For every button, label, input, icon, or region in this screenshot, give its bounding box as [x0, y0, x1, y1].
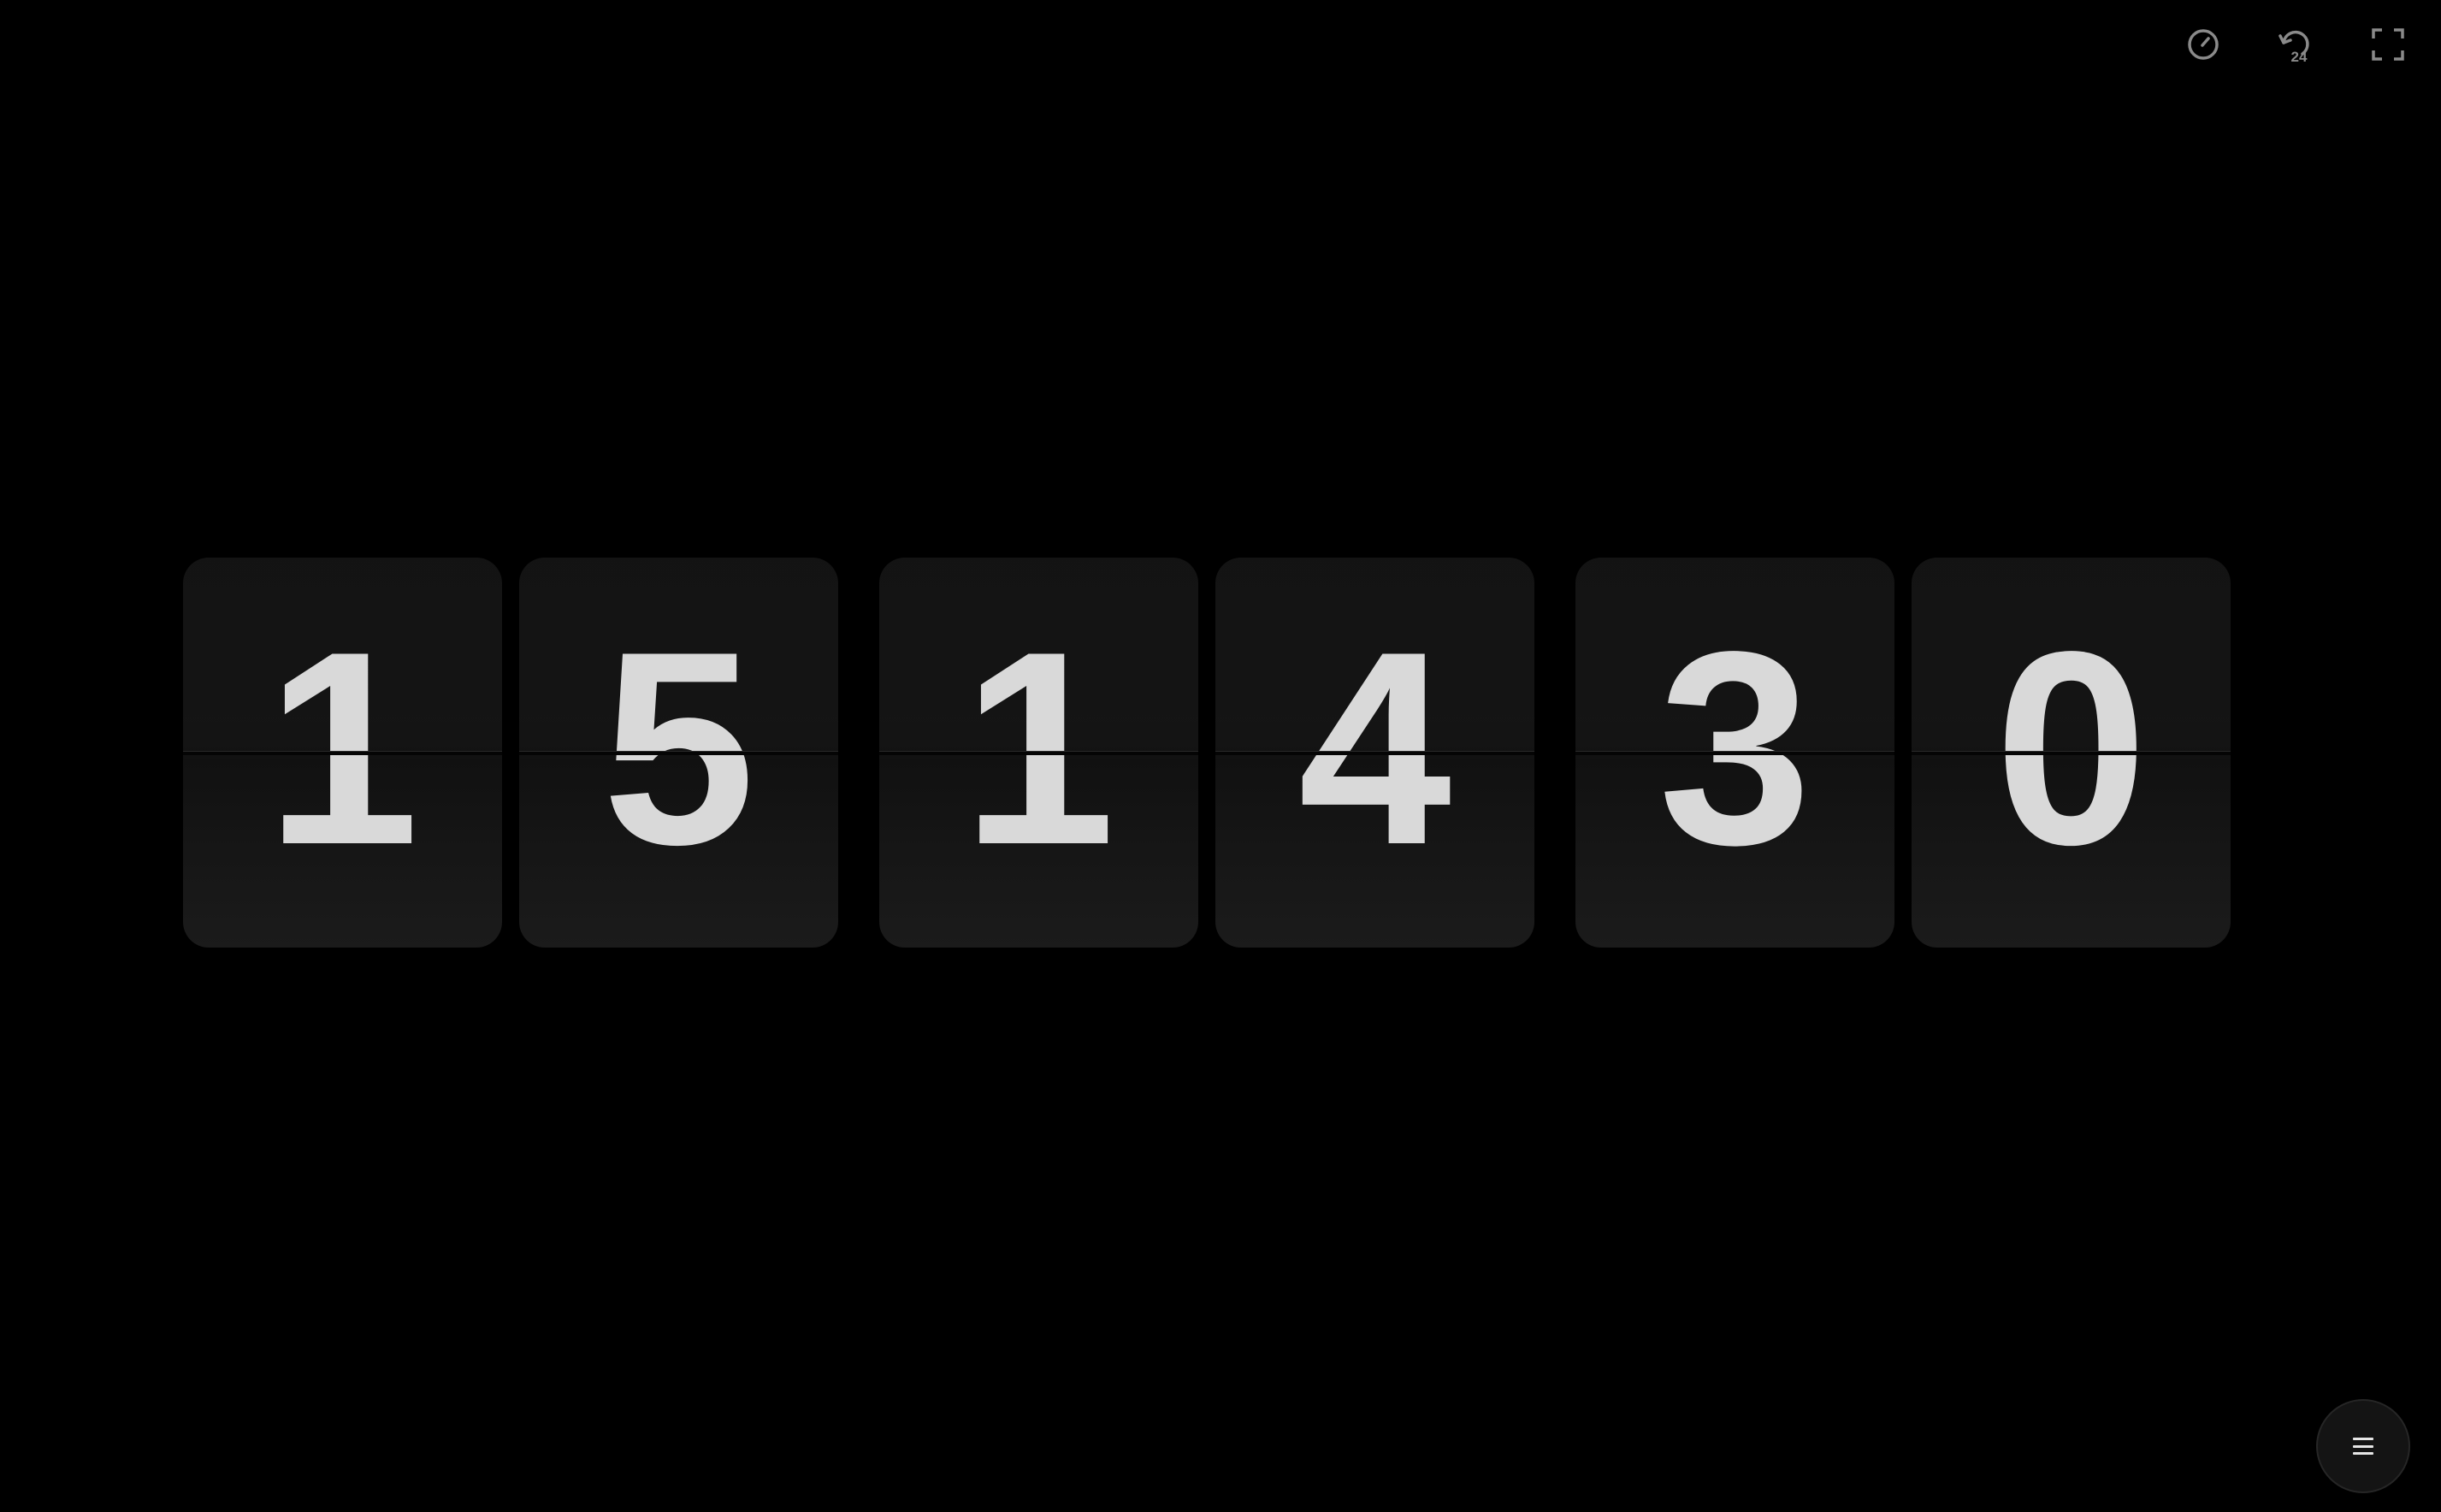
menu-button[interactable]	[2316, 1399, 2410, 1493]
hour-ones-card: 5	[519, 558, 838, 948]
flip-clock: 1 5 1 4 3 0	[183, 558, 2231, 948]
flip-clock-page: 24 1 5 1 4 3 0	[0, 0, 2441, 1512]
card-split-line	[519, 751, 838, 755]
hours-group: 1 5	[183, 558, 838, 948]
seconds-group: 3 0	[1575, 558, 2231, 948]
hour-tens-digit: 1	[265, 595, 420, 902]
24-hour-toggle-button[interactable]: 24	[2272, 24, 2320, 65]
minute-ones-digit: 4	[1297, 595, 1452, 902]
hamburger-menu-icon	[2353, 1438, 2373, 1455]
second-ones-card: 0	[1912, 558, 2231, 948]
hour-tens-card: 1	[183, 558, 502, 948]
speedometer-icon	[2188, 29, 2219, 60]
minutes-group: 1 4	[879, 558, 1534, 948]
minute-tens-digit: 1	[961, 595, 1116, 902]
second-ones-digit: 0	[1994, 595, 2148, 902]
top-toolbar: 24	[2179, 24, 2412, 65]
card-split-line	[1575, 751, 1894, 755]
24-hour-icon: 24	[2278, 30, 2309, 63]
fullscreen-icon	[2372, 28, 2404, 61]
card-split-line	[1215, 751, 1534, 755]
24-hour-label: 24	[2291, 49, 2308, 63]
second-tens-card: 3	[1575, 558, 1894, 948]
speedometer-button[interactable]	[2179, 24, 2227, 65]
hour-ones-digit: 5	[601, 595, 756, 902]
fullscreen-button[interactable]	[2364, 24, 2412, 65]
card-split-line	[183, 751, 502, 755]
card-split-line	[879, 751, 1198, 755]
card-split-line	[1912, 751, 2231, 755]
second-tens-digit: 3	[1658, 595, 1812, 902]
minute-ones-card: 4	[1215, 558, 1534, 948]
minute-tens-card: 1	[879, 558, 1198, 948]
